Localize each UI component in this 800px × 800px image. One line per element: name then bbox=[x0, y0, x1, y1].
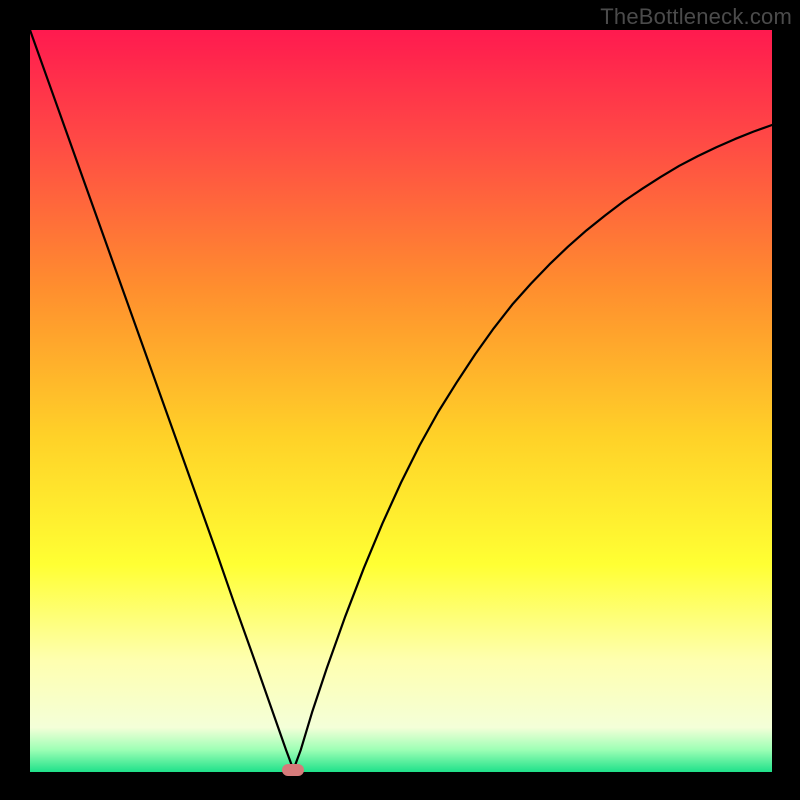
bottleneck-plot bbox=[30, 30, 772, 772]
plot-background bbox=[30, 30, 772, 772]
watermark-text: TheBottleneck.com bbox=[600, 4, 792, 30]
chart-frame: TheBottleneck.com bbox=[0, 0, 800, 800]
optimal-marker bbox=[282, 764, 304, 776]
